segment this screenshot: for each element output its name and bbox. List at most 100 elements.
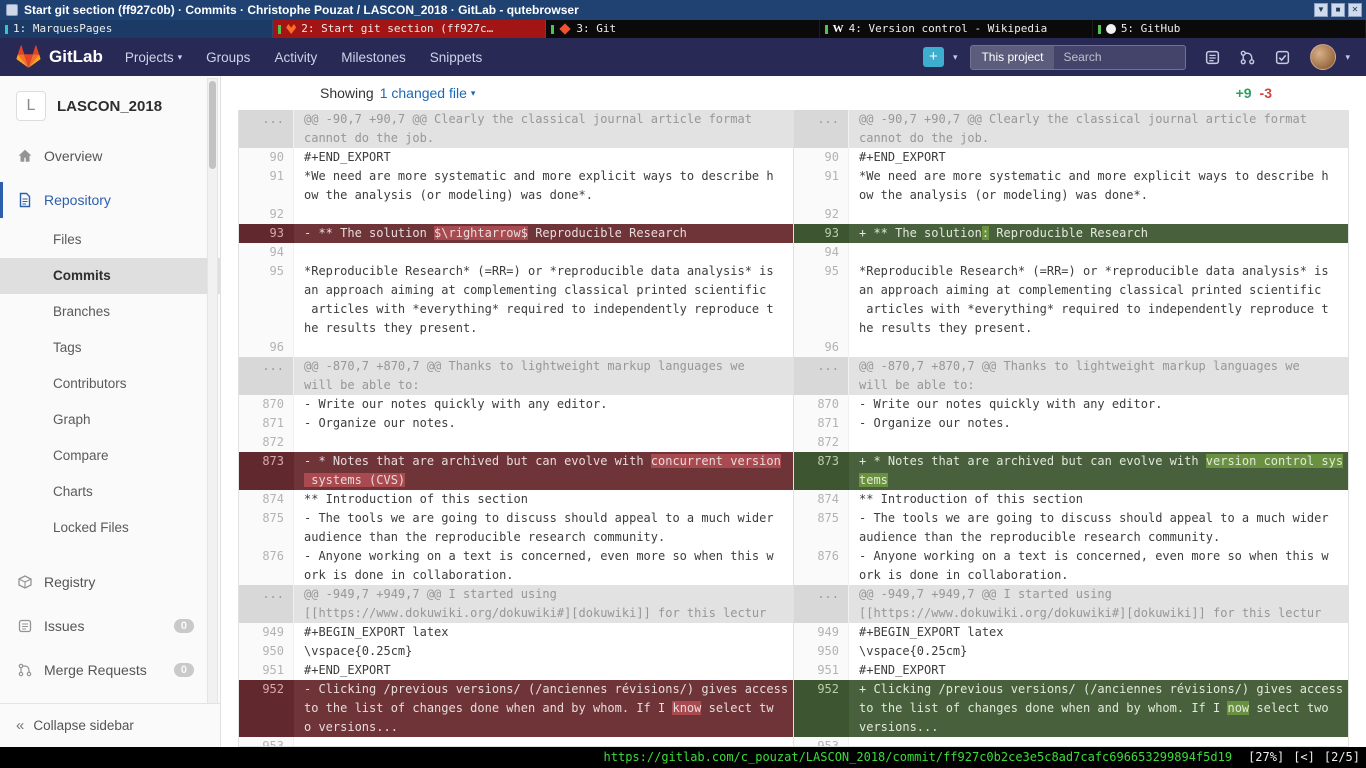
sidebar-item-compare[interactable]: Compare — [0, 438, 220, 474]
tab-version-control-wikipedia[interactable]: W 4: Version control - Wikipedia — [820, 20, 1093, 38]
line-number[interactable]: 952 — [793, 680, 849, 737]
line-number[interactable]: 90 — [793, 148, 849, 167]
maximize-button[interactable]: ■ — [1331, 3, 1345, 17]
line-number[interactable]: 90 — [239, 148, 294, 167]
tab-start-git-section[interactable]: 2: Start git section (ff927c… — [273, 20, 546, 38]
diff-code-line: @@ -949,7 +949,7 @@ I started using — [859, 585, 1348, 604]
line-number[interactable]: 871 — [793, 414, 849, 433]
diff-code-cell — [849, 338, 1348, 357]
diff-code-cell: - Organize our notes. — [849, 414, 1348, 433]
tab-git[interactable]: 3: Git — [546, 20, 819, 38]
avatar[interactable] — [1310, 44, 1336, 70]
todos-icon[interactable] — [1273, 48, 1291, 66]
line-number[interactable]: 876 — [793, 547, 849, 585]
line-number[interactable]: 953 — [239, 737, 294, 747]
line-number[interactable]: 872 — [793, 433, 849, 452]
line-number[interactable]: 874 — [239, 490, 294, 509]
sidebar-item-graph[interactable]: Graph — [0, 402, 220, 438]
tab-marquespages[interactable]: 1: MarquesPages — [0, 20, 273, 38]
tab-bar: 1: MarquesPages 2: Start git section (ff… — [0, 20, 1366, 38]
sidebar-item-locked-files[interactable]: Locked Files — [0, 510, 220, 546]
sidebar-item-merge-requests[interactable]: Merge Requests 0 — [0, 648, 220, 692]
line-number[interactable]: 94 — [793, 243, 849, 262]
search-input[interactable] — [1062, 49, 1187, 65]
diff-code-cell — [294, 205, 793, 224]
close-button[interactable]: ✕ — [1348, 3, 1362, 17]
line-number[interactable]: 872 — [239, 433, 294, 452]
line-number[interactable]: 874 — [793, 490, 849, 509]
line-number[interactable]: 870 — [239, 395, 294, 414]
line-number[interactable]: 93 — [239, 224, 294, 243]
project-header[interactable]: L LASCON_2018 — [0, 76, 220, 134]
chevron-down-icon: ▾ — [1345, 52, 1350, 63]
nav-snippets[interactable]: Snippets — [430, 50, 483, 65]
line-number[interactable]: 953 — [793, 737, 849, 747]
nav-groups[interactable]: Groups — [206, 50, 250, 65]
line-number[interactable]: 873 — [239, 452, 294, 490]
line-number[interactable]: 91 — [239, 167, 294, 205]
line-number[interactable]: 951 — [239, 661, 294, 680]
line-number[interactable]: 91 — [793, 167, 849, 205]
line-number[interactable]: 952 — [239, 680, 294, 737]
minimize-button[interactable]: ▼ — [1314, 3, 1328, 17]
line-number[interactable]: 871 — [239, 414, 294, 433]
nav-activity[interactable]: Activity — [274, 50, 317, 65]
gitlab-logo-link[interactable]: GitLab — [16, 45, 103, 69]
sidebar-item-registry[interactable]: Registry — [0, 560, 220, 604]
chevron-down-icon: ▾ — [178, 52, 183, 63]
line-number[interactable]: 92 — [239, 205, 294, 224]
line-number: ... — [239, 585, 294, 623]
diff-row: 92 92 — [239, 205, 1348, 224]
sidebar-item-commits[interactable]: Commits — [0, 258, 220, 294]
sidebar-item-branches[interactable]: Branches — [0, 294, 220, 330]
line-number[interactable]: 949 — [239, 623, 294, 642]
issues-icon[interactable] — [1203, 48, 1221, 66]
line-number[interactable]: 950 — [239, 642, 294, 661]
line-number[interactable]: 951 — [793, 661, 849, 680]
scrollbar-thumb[interactable] — [209, 81, 216, 169]
new-dropdown-button[interactable]: + — [923, 47, 944, 67]
collapse-icon: « — [16, 717, 24, 734]
sidebar-item-files[interactable]: Files — [0, 222, 220, 258]
diff-code-line — [859, 338, 1348, 357]
sidebar-item-contributors[interactable]: Contributors — [0, 366, 220, 402]
collapse-sidebar-button[interactable]: « Collapse sidebar — [0, 703, 220, 747]
line-number[interactable]: 94 — [239, 243, 294, 262]
line-number[interactable]: 93 — [793, 224, 849, 243]
sidebar-item-repository[interactable]: Repository — [0, 178, 220, 222]
line-number[interactable]: 949 — [793, 623, 849, 642]
tab-github[interactable]: 5: GitHub — [1093, 20, 1366, 38]
merge-requests-icon[interactable] — [1238, 48, 1256, 66]
line-number[interactable]: 870 — [793, 395, 849, 414]
diff-code-cell: + Clicking /previous versions/ (/ancienn… — [849, 680, 1348, 737]
qutebrowser-icon — [6, 4, 18, 16]
diff-code-cell: - Write our notes quickly with any edito… — [849, 395, 1348, 414]
sidebar-item-charts[interactable]: Charts — [0, 474, 220, 510]
line-number[interactable]: 875 — [793, 509, 849, 547]
line-number[interactable]: 92 — [793, 205, 849, 224]
search-scope-button[interactable]: This project — [971, 46, 1053, 69]
line-number[interactable]: 96 — [793, 338, 849, 357]
nav-milestones[interactable]: Milestones — [341, 50, 406, 65]
sidebar-item-tags[interactable]: Tags — [0, 330, 220, 366]
diff-code-cell: - The tools we are going to discuss shou… — [849, 509, 1348, 547]
diff-code-cell: #+END_EXPORT — [294, 661, 793, 680]
nav-projects[interactable]: Projects ▾ — [125, 50, 182, 65]
line-number[interactable]: 96 — [239, 338, 294, 357]
diff-row: 93- ** The solution $\rightarrow$ Reprod… — [239, 224, 1348, 243]
line-number[interactable]: 95 — [793, 262, 849, 338]
diff-code-line: - The tools we are going to discuss shou… — [304, 509, 793, 528]
diff-code-cell: #+END_EXPORT — [849, 148, 1348, 167]
sidebar-item-issues[interactable]: Issues 0 — [0, 604, 220, 648]
sidebar-item-overview[interactable]: Overview — [0, 134, 220, 178]
changed-files-dropdown[interactable]: 1 changed file ▾ — [380, 85, 476, 101]
sidebar-scrollbar[interactable] — [207, 78, 218, 745]
line-number[interactable]: 876 — [239, 547, 294, 585]
line-number[interactable]: 950 — [793, 642, 849, 661]
diff-code-line: [[https://www.dokuwiki.org/dokuwiki#][do… — [304, 604, 793, 623]
line-number[interactable]: 873 — [793, 452, 849, 490]
line-number[interactable]: 875 — [239, 509, 294, 547]
diff-code-line — [859, 433, 1348, 452]
repository-submenu: Files Commits Branches Tags Contributors… — [0, 222, 220, 546]
line-number[interactable]: 95 — [239, 262, 294, 338]
